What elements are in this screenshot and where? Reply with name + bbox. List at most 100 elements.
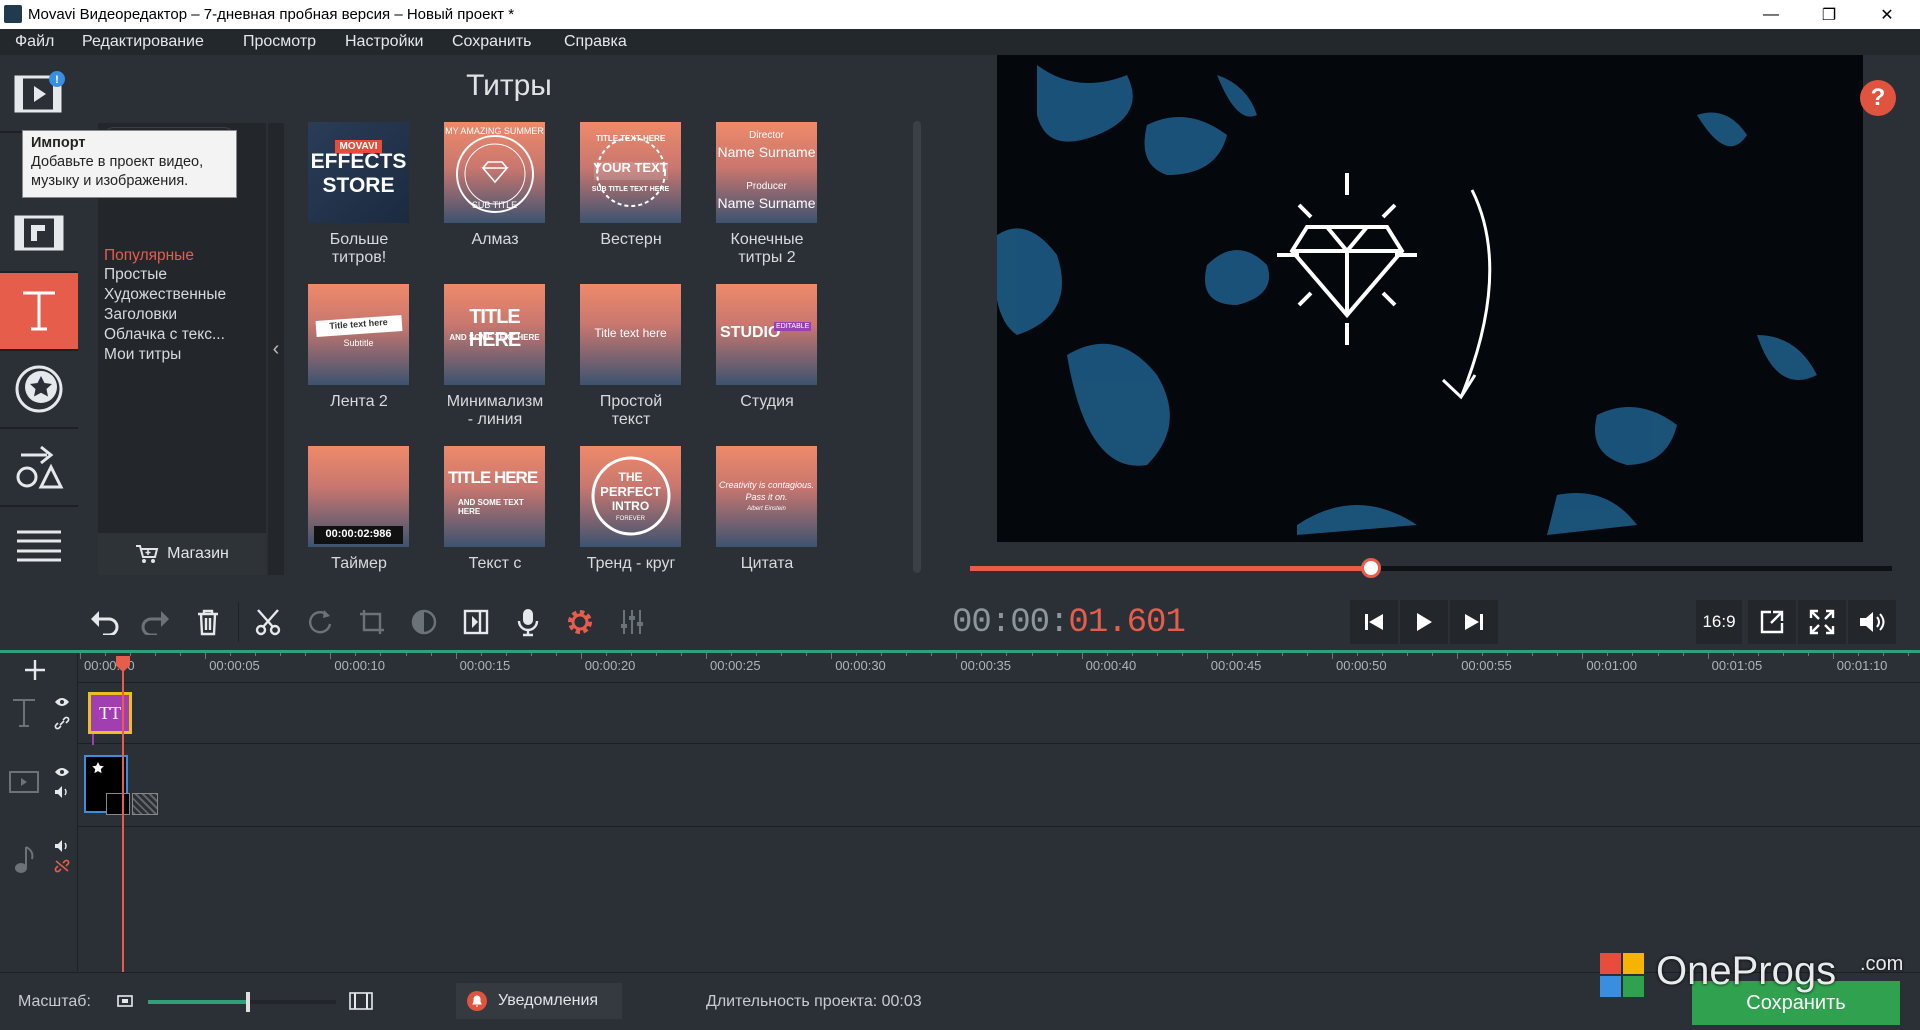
menu-settings[interactable]: Настройки [345,33,423,51]
category-popular[interactable]: Популярные [104,247,194,265]
audio-track-mute-toggle[interactable] [54,839,70,858]
title-thumb-trend-circle[interactable]: THE PERFECT INTRO FOREVER [580,446,681,547]
delete-button[interactable] [184,598,232,646]
ruler-tick-mark [1657,653,1659,656]
title-clip[interactable]: TT [88,692,132,734]
notifications-button[interactable]: Уведомления [456,983,622,1019]
title-thumb-end-credits-2[interactable]: Director Name Surname Producer Name Surn… [716,122,817,223]
thumb-caption-line: текст [611,411,651,428]
timecode-display: 00:00:01.601 [952,604,1186,642]
video-track[interactable] [78,745,1920,827]
menu-file[interactable]: Файл [15,33,54,51]
play-button[interactable] [1400,600,1448,644]
record-audio-button[interactable] [504,598,552,646]
titles-button[interactable] [0,273,78,351]
notifications-label: Уведомления [498,992,599,1009]
transition-marker[interactable] [106,793,130,815]
ruler-tick-label: 00:01:10 [1836,658,1888,673]
thumb-text: Subtitle [343,338,374,348]
ruler-tick-mark [1031,653,1033,656]
crop-button[interactable] [348,598,396,646]
zoom-slider-handle[interactable] [245,992,250,1012]
title-track-link-toggle[interactable] [54,716,70,735]
previous-frame-button[interactable] [1350,600,1398,644]
maximize-button[interactable]: ❐ [1800,0,1858,29]
title-thumb-quote[interactable]: Creativity is contagious. Pass it on. Al… [716,446,817,547]
audio-track-unlink-toggle[interactable] [54,859,70,878]
category-simple[interactable]: Простые [104,266,167,284]
title-thumb-effects-store[interactable]: MOVAVI EFFECTS STORE [308,122,409,223]
next-frame-button[interactable] [1450,600,1498,644]
menu-help[interactable]: Справка [564,33,627,51]
title-thumb-western[interactable]: TITLE TEXT HERE YOUR TEXT SUB TITLE TEXT… [580,122,681,223]
undo-button[interactable] [80,598,128,646]
zoom-out-button[interactable] [116,993,134,1014]
close-button[interactable]: ✕ [1858,0,1916,29]
category-artistic[interactable]: Художественные [104,286,226,304]
title-track-visibility-toggle[interactable] [54,695,70,713]
unlink-icon [54,859,70,873]
oneprogs-watermark: OneProgs .com [1598,945,1918,1005]
menu-view[interactable]: Просмотр [243,33,316,51]
minimize-button[interactable]: — [1742,0,1800,29]
help-button[interactable]: ? [1860,80,1896,116]
category-headers[interactable]: Заголовки [104,306,177,324]
filters-button[interactable] [0,195,78,273]
watermark-tld: .com [1860,953,1904,975]
title-thumb-diamond[interactable]: MY AMAZING SUMMER SUB TITLE [444,122,545,223]
video-preview[interactable] [997,55,1863,542]
ruler-tick-label: 00:00:20 [584,658,636,673]
title-track[interactable]: TT [78,684,1920,756]
sliders-icon [621,610,643,634]
playback-progress-handle[interactable] [1361,558,1382,578]
timeline-ruler[interactable]: 00:00:00 00:00:05 00:00:10 00:00:15 00:00:20… [78,653,1920,683]
fullscreen-button[interactable] [1798,600,1846,644]
title-thumb-simple-text[interactable]: Title text here [580,284,681,385]
stickers-button[interactable] [0,351,78,429]
category-bubbles[interactable]: Облачка с текс... [104,326,225,344]
transition-clip[interactable] [132,793,158,815]
thumb-text: MY AMAZING SUMMER [445,126,544,136]
title-thumb-minimalism-line[interactable]: TITLE HERE AND SOME TEXT HERE [444,284,545,385]
ruler-tick-mark [80,653,81,659]
transitions-button[interactable] [0,429,78,507]
ruler-tick-mark [1206,653,1208,659]
clip-properties-button[interactable] [452,598,500,646]
menu-save[interactable]: Сохранить [452,33,532,51]
timecode-current: 01.601 [1068,604,1185,642]
aspect-ratio-button[interactable]: 16:9 [1696,600,1742,644]
color-adjust-button[interactable] [400,598,448,646]
title-thumb-studio[interactable]: STUDIO EDITABLE [716,284,817,385]
clip-settings-button[interactable] [556,598,604,646]
more-tools-button[interactable] [0,507,78,585]
rotate-button[interactable] [296,598,344,646]
store-button[interactable]: Магазин [98,533,266,575]
ruler-tick-mark [1382,653,1384,656]
panel-scrollbar[interactable] [913,121,921,573]
import-button[interactable]: ! [0,55,78,133]
scale-label: Масштаб: [18,993,91,1010]
cut-button[interactable] [244,598,292,646]
title-thumb-timer[interactable]: 00:00:02:986 [308,446,409,547]
ruler-tick-mark [1056,653,1058,656]
volume-button[interactable] [1848,600,1896,644]
zoom-out-icon [117,995,133,1007]
menu-edit[interactable]: Редактирование [82,33,204,51]
detach-preview-button[interactable] [1748,600,1796,644]
ruler-tick-mark [530,653,532,656]
equalizer-button[interactable] [608,598,656,646]
title-thumb-text-with[interactable]: TITLE HERE AND SOME TEXT HERE [444,446,545,547]
thumb-text: Director [748,130,784,141]
video-track-visibility-toggle[interactable] [54,765,70,783]
ruler-tick-mark [1156,653,1158,656]
category-my-titles[interactable]: Мои титры [104,346,181,364]
collapse-categories-button[interactable]: ‹ [268,123,284,575]
windows-logo-icon [1600,953,1644,997]
toolbar-separator [238,602,239,642]
redo-button[interactable] [132,598,180,646]
video-track-mute-toggle[interactable] [54,785,70,804]
zoom-in-button[interactable] [348,991,374,1016]
rotate-icon [309,610,332,634]
title-thumb-ribbon-2[interactable]: Title text here Subtitle [308,284,409,385]
add-track-button[interactable] [22,657,48,688]
